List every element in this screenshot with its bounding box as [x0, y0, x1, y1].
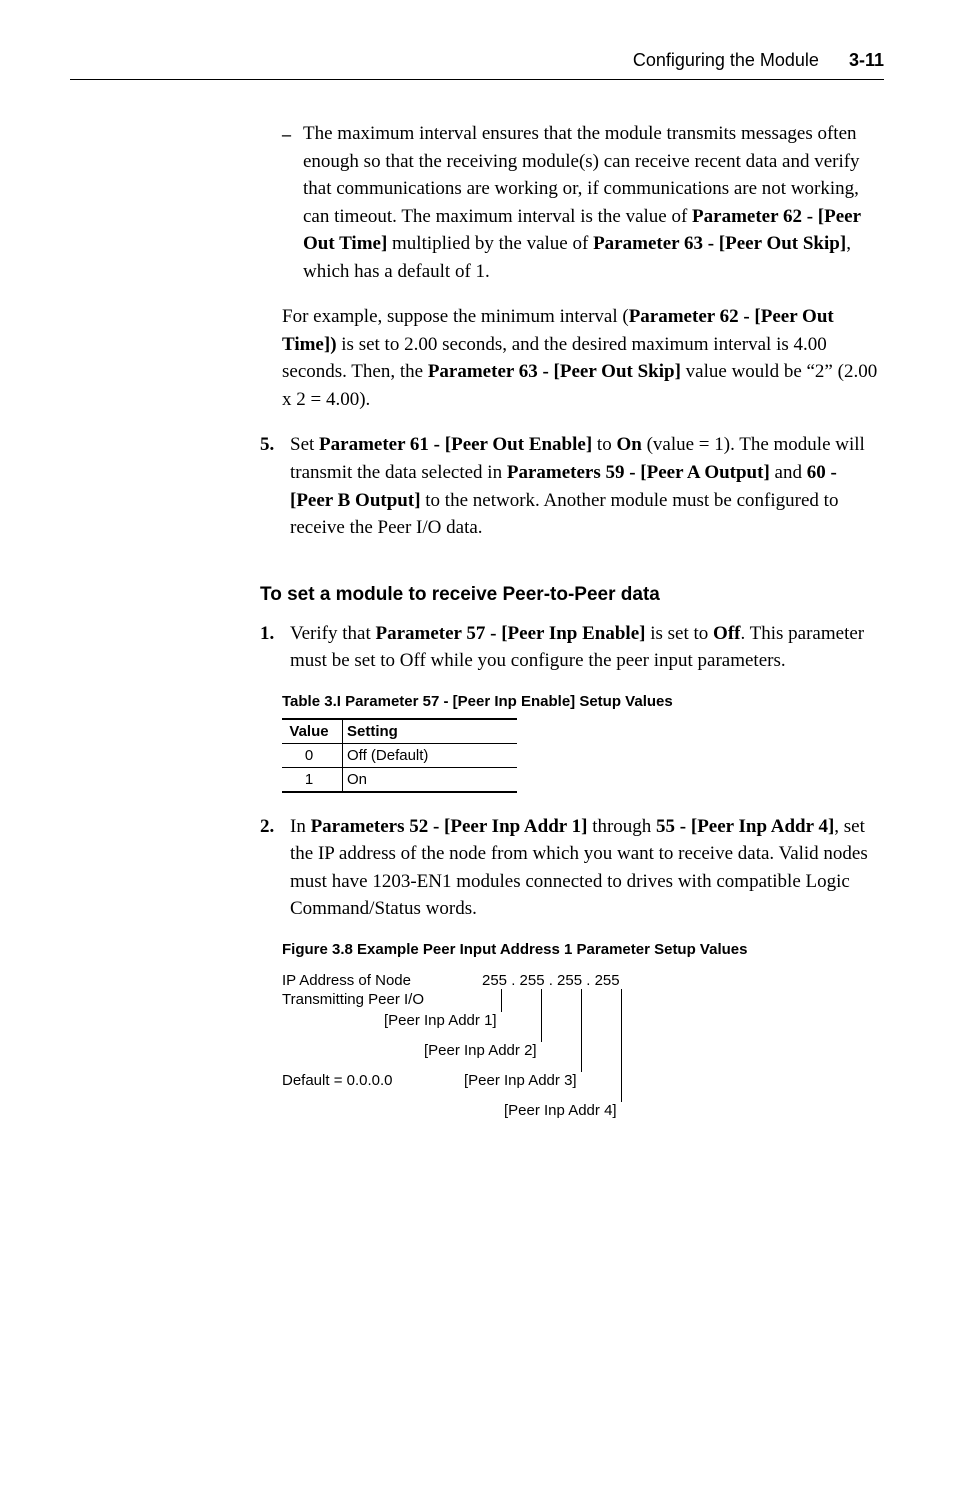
step-1: 1. Verify that Parameter 57 - [Peer Inp …: [260, 620, 884, 675]
step-2: 2. In Parameters 52 - [Peer Inp Addr 1] …: [260, 813, 884, 923]
table-cell-setting: Off (Default): [343, 743, 518, 767]
table-header-setting: Setting: [343, 719, 518, 744]
subheading: To set a module to receive Peer-to-Peer …: [260, 584, 884, 606]
step-5-text: Set Parameter 61 - [Peer Out Enable] to …: [290, 431, 884, 541]
step-number: 2.: [260, 813, 278, 841]
figure-caption: Figure 3.8 Example Peer Input Address 1 …: [282, 941, 884, 958]
table-caption: Table 3.I Parameter 57 - [Peer Inp Enabl…: [282, 693, 884, 710]
vline-2: [541, 989, 542, 1042]
peer-inp-addr-3: [Peer Inp Addr 3]: [464, 1072, 577, 1089]
table-cell-setting: On: [343, 767, 518, 792]
vline-1: [501, 989, 502, 1012]
table-row: 0 Off (Default): [282, 743, 517, 767]
peer-inp-addr-2: [Peer Inp Addr 2]: [424, 1042, 537, 1059]
body-content: – The maximum interval ensures that the …: [260, 120, 884, 1132]
bullet-text: The maximum interval ensures that the mo…: [303, 120, 884, 285]
table-row: 1 On: [282, 767, 517, 792]
table-header-value: Value: [282, 719, 343, 744]
step-1-text: Verify that Parameter 57 - [Peer Inp Ena…: [290, 620, 884, 675]
ip-label: IP Address of NodeTransmitting Peer I/O: [282, 972, 424, 1010]
peer-inp-addr-1: [Peer Inp Addr 1]: [384, 1012, 497, 1029]
bullet-max-interval: – The maximum interval ensures that the …: [282, 120, 884, 285]
vline-3: [581, 989, 582, 1072]
default-value: Default = 0.0.0.0: [282, 1072, 393, 1089]
table-cell-value: 0: [282, 743, 343, 767]
page-number: 3-11: [849, 50, 884, 71]
table-row: Value Setting: [282, 719, 517, 744]
parameter-table: Value Setting 0 Off (Default) 1 On: [282, 718, 517, 793]
step-2-text: In Parameters 52 - [Peer Inp Addr 1] thr…: [290, 813, 884, 923]
vline-4: [621, 989, 622, 1102]
example-paragraph: For example, suppose the minimum interva…: [282, 303, 884, 413]
step-number: 1.: [260, 620, 278, 648]
header-rule: [70, 79, 884, 80]
dash-bullet-icon: –: [282, 121, 291, 147]
step-number: 5.: [260, 431, 278, 459]
section-title: Configuring the Module: [633, 50, 819, 71]
peer-inp-addr-4: [Peer Inp Addr 4]: [504, 1102, 617, 1119]
ip-octets: 255 . 255 . 255 . 255: [482, 972, 620, 989]
table-cell-value: 1: [282, 767, 343, 792]
step-5: 5. Set Parameter 61 - [Peer Out Enable] …: [260, 431, 884, 541]
page-header: Configuring the Module 3-11: [70, 50, 884, 71]
ip-address-diagram: IP Address of NodeTransmitting Peer I/O …: [282, 972, 884, 1132]
